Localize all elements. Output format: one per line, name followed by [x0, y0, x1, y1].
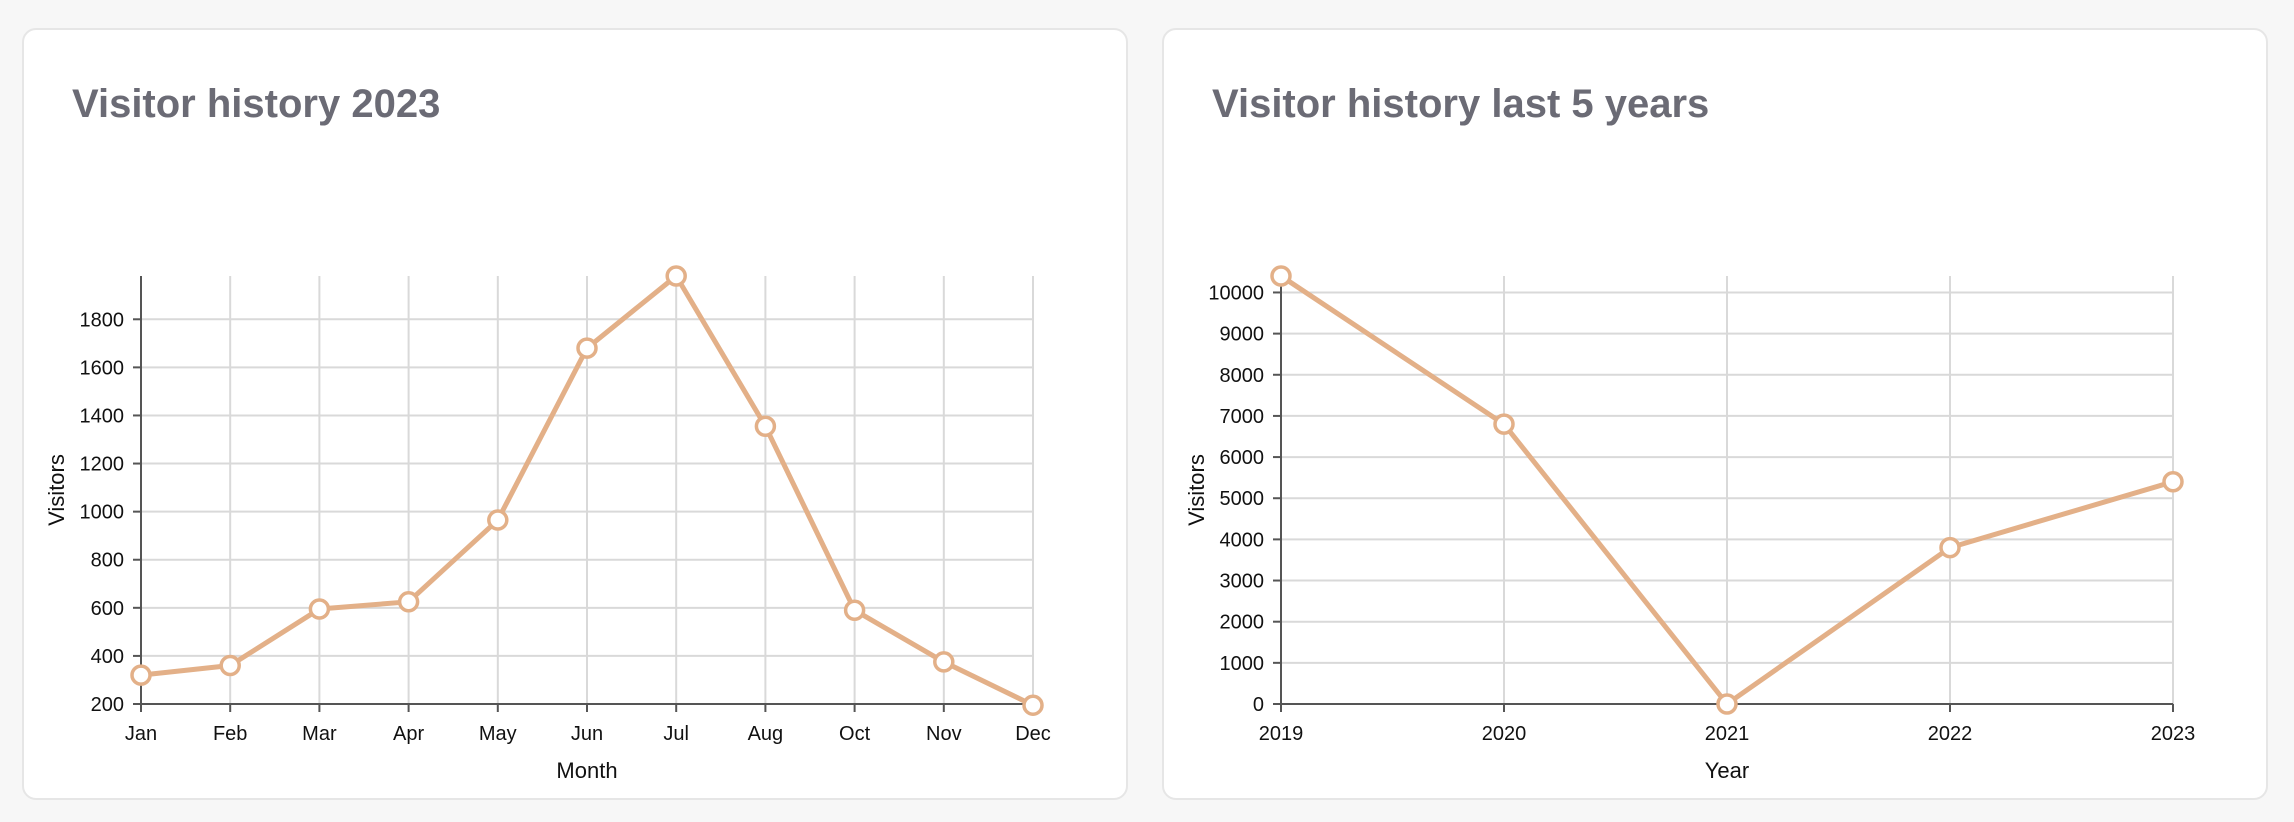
- x-tick-label: Jul: [663, 723, 689, 745]
- y-tick-label: 9000: [1220, 324, 1265, 346]
- y-tick-label: 1000: [80, 502, 125, 524]
- y-tick-label: 6000: [1220, 447, 1265, 469]
- x-axis-title: Month: [556, 758, 617, 783]
- y-tick-label: 0: [1253, 694, 1264, 716]
- y-axis-ticks: 0 1000 2000 3000 4000 5000 6000 7000 8000 9000 100…: [1208, 282, 1281, 716]
- gridlines: [1280, 276, 2174, 705]
- y-tick-label: 600: [91, 598, 124, 620]
- data-point: [1022, 694, 1044, 716]
- x-tick-label: 2022: [1928, 723, 1973, 745]
- y-tick-label: 10000: [1208, 282, 1264, 304]
- y-axis-ticks: 200 400 600 800 1000 1200 1400 1600 1800: [80, 309, 141, 716]
- data-point: [1939, 536, 1961, 559]
- data-point: [665, 265, 687, 287]
- data-point: [2162, 471, 2184, 493]
- data-point: [1270, 265, 1292, 287]
- y-tick-label: 3000: [1220, 571, 1265, 593]
- data-point: [843, 599, 866, 621]
- x-tick-label: 2023: [2151, 723, 2196, 745]
- y-tick-label: 1800: [80, 309, 125, 331]
- y-tick-label: 8000: [1220, 365, 1265, 387]
- monthly-visitors-line-chart: 200 400 600 800 1000 1200 1400 1600 1800 Jan Feb Ma…: [44, 265, 1051, 783]
- x-tick-label: 2021: [1705, 723, 1750, 745]
- x-tick-label: Aug: [748, 723, 784, 745]
- data-point: [308, 598, 331, 620]
- y-tick-label: 1400: [80, 405, 125, 427]
- x-tick-label: Mar: [302, 723, 337, 745]
- data-point: [397, 591, 420, 613]
- data-point: [219, 654, 241, 677]
- y-tick-label: 1000: [1220, 653, 1265, 675]
- y-tick-label: 200: [91, 694, 124, 716]
- x-tick-label: Dec: [1015, 723, 1051, 745]
- data-point: [1716, 693, 1738, 715]
- x-tick-label: Jan: [125, 723, 157, 745]
- x-tick-label: 2019: [1259, 723, 1304, 745]
- visitor-history-5-years-card: Visitor history last 5 years 0 1000 2000 30…: [1162, 28, 2268, 800]
- data-point: [130, 664, 152, 686]
- data-point: [933, 651, 955, 673]
- x-tick-label: Apr: [393, 723, 424, 745]
- y-tick-label: 800: [91, 550, 124, 572]
- y-axis-title: Visitors: [1184, 454, 1209, 526]
- x-tick-label: Oct: [839, 723, 871, 745]
- visitor-history-2023-card: Visitor history 2023 200 400 600 800 1000 120…: [22, 28, 1128, 800]
- y-tick-label: 4000: [1220, 529, 1265, 551]
- y-tick-label: 7000: [1220, 406, 1265, 428]
- data-point: [487, 509, 509, 531]
- data-point: [576, 337, 598, 359]
- y-tick-label: 400: [91, 646, 124, 668]
- y-tick-label: 1600: [80, 357, 125, 379]
- yearly-visitors-line-chart: 0 1000 2000 3000 4000 5000 6000 7000 8000 9000 100…: [1184, 265, 2196, 783]
- y-tick-label: 2000: [1220, 612, 1265, 634]
- x-axis-ticks: Jan Feb Mar Apr May Jun Jul Aug Oct Nov Dec: [125, 704, 1051, 745]
- data-point: [1493, 413, 1515, 435]
- y-axis-title: Visitors: [44, 454, 69, 526]
- x-tick-label: Nov: [926, 723, 962, 745]
- x-tick-label: Feb: [213, 723, 247, 745]
- x-tick-label: Jun: [571, 723, 603, 745]
- y-tick-label: 5000: [1220, 488, 1265, 510]
- y-tick-label: 1200: [80, 454, 125, 476]
- x-axis-title: Year: [1705, 758, 1749, 783]
- x-tick-label: May: [479, 723, 517, 745]
- data-point: [754, 415, 777, 438]
- x-tick-label: 2020: [1482, 723, 1527, 745]
